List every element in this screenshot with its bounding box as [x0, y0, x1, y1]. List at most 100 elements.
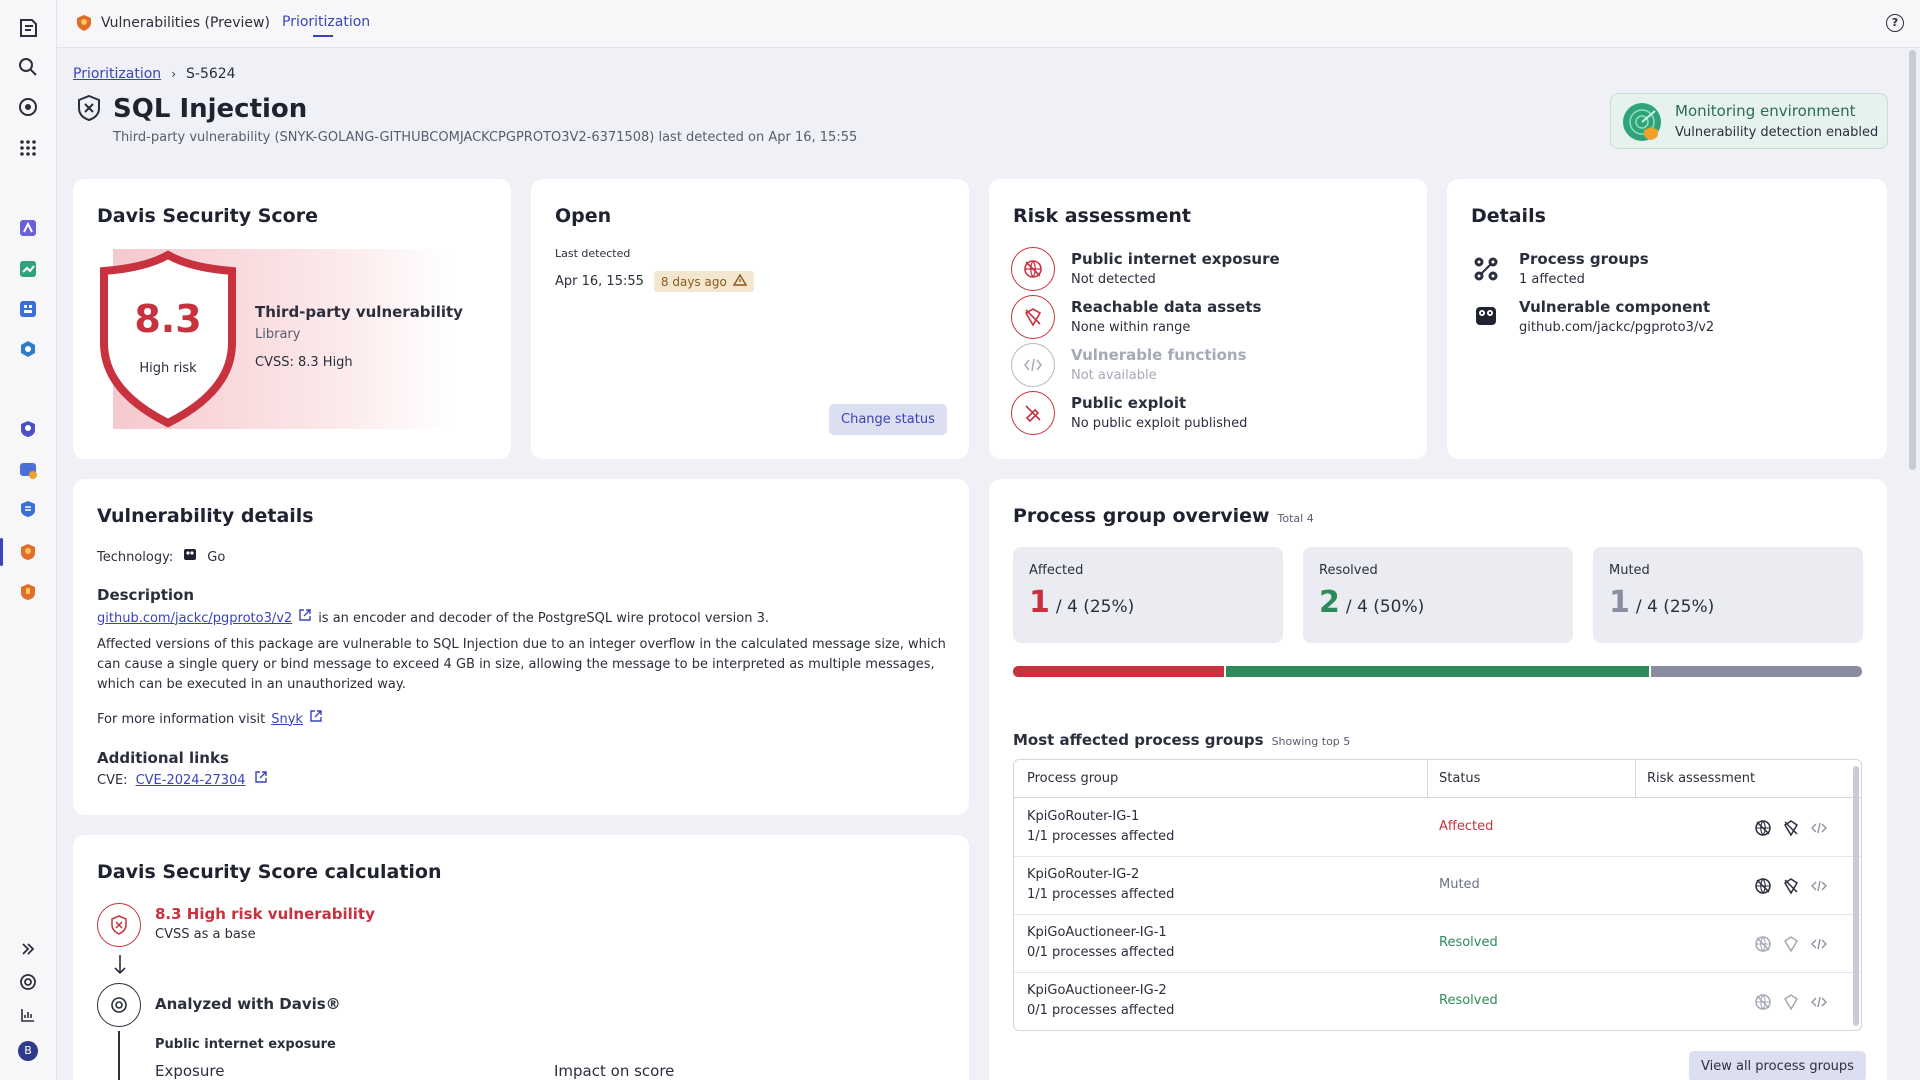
column-header-status[interactable]: Status [1439, 771, 1480, 786]
risk-vulnerable-functions[interactable]: Vulnerable functions Not available [1011, 343, 1411, 391]
process-group-name[interactable]: KpiGoAuctioneer-IG-2 [1027, 983, 1167, 998]
resolved-rest: / 4 (50%) [1345, 597, 1425, 617]
resolved-summary[interactable]: Resolved 2 / 4 (50%) [1303, 547, 1573, 643]
go-icon [183, 547, 197, 568]
expand-icon[interactable] [16, 937, 40, 961]
davis-security-score-card: Davis Security Score 8.3 High risk Third… [73, 179, 511, 459]
radar-icon [1621, 101, 1663, 147]
apps-grid-icon[interactable] [16, 136, 40, 160]
most-affected-header: Most affected process groups Showing top… [1013, 731, 1350, 749]
data-asset-icon [1783, 994, 1799, 1011]
cve-row: CVE: CVE-2024-27304 [97, 770, 957, 791]
snyk-link[interactable]: Snyk [271, 710, 303, 730]
vulnerabilities-app-icon[interactable] [16, 540, 40, 564]
external-link-icon[interactable] [298, 608, 312, 629]
environment-subtitle: Vulnerability detection enabled [1675, 125, 1879, 140]
impact-column-label: Impact on score [554, 1062, 675, 1080]
risk-title: Vulnerable functions [1071, 346, 1247, 364]
technology-label: Technology: [97, 549, 174, 565]
calc-card-title: Davis Security Score calculation [97, 861, 442, 883]
most-affected-title: Most affected process groups [1013, 731, 1264, 749]
code-function-icon [1811, 996, 1827, 1008]
page-scrollbar[interactable] [1909, 50, 1916, 470]
muted-rest: / 4 (25%) [1635, 597, 1715, 617]
search-icon[interactable] [16, 55, 40, 79]
table-row[interactable]: KpiGoAuctioneer-IG-2 0/1 processes affec… [1014, 973, 1861, 1030]
pg-overview-header: Process group overview Total 4 [1013, 505, 1314, 527]
environment-title: Monitoring environment [1675, 102, 1856, 120]
explore-icon[interactable] [16, 95, 40, 119]
status-title: Open [555, 205, 612, 227]
breadcrumb: Prioritization › S-5624 [73, 66, 236, 82]
vulnerabilities-classic-icon[interactable] [16, 580, 40, 604]
muted-summary[interactable]: Muted 1 / 4 (25%) [1593, 547, 1863, 643]
risk-data-assets[interactable]: Reachable data assets None within range [1011, 295, 1411, 343]
table-row[interactable]: KpiGoRouter-IG-2 1/1 processes affected … [1014, 857, 1861, 915]
last-detected-value: Apr 16, 15:55 [555, 274, 644, 289]
column-header-risk[interactable]: Risk assessment [1647, 771, 1755, 786]
vulnerability-details-card: Vulnerability details Technology: Go Des… [73, 479, 969, 815]
usage-chart-icon[interactable] [16, 1003, 40, 1027]
compliance-app-icon[interactable] [16, 497, 40, 521]
go-component-icon [1473, 302, 1499, 332]
view-all-process-groups-button[interactable]: View all process groups [1689, 1051, 1866, 1080]
bar-segment-affected [1013, 666, 1225, 677]
shield-x-icon [76, 94, 102, 126]
breadcrumb-parent-link[interactable]: Prioritization [73, 66, 161, 82]
column-header-process-group[interactable]: Process group [1027, 771, 1118, 786]
warning-icon [732, 273, 748, 289]
risk-icons [1754, 819, 1828, 837]
infrastructure-app-icon[interactable] [16, 216, 40, 240]
app-title[interactable]: Vulnerabilities (Preview) [75, 14, 270, 32]
code-function-icon [1011, 343, 1055, 387]
risk-public-exploit[interactable]: Public exploit No public exploit publish… [1011, 391, 1411, 439]
external-link-icon[interactable] [309, 709, 323, 730]
process-group-name[interactable]: KpiGoAuctioneer-IG-1 [1027, 925, 1167, 940]
threat-app-icon[interactable] [16, 458, 40, 482]
table-row[interactable]: KpiGoRouter-IG-1 1/1 processes affected … [1014, 799, 1861, 857]
table-scrollbar[interactable] [1853, 766, 1859, 1026]
score-calculation-card: Davis Security Score calculation 8.3 Hig… [73, 835, 969, 1080]
risk-value: Not available [1071, 368, 1157, 383]
additional-links-heading: Additional links [97, 749, 229, 767]
process-group-name[interactable]: KpiGoRouter-IG-2 [1027, 867, 1139, 882]
top-bar: Vulnerabilities (Preview) Prioritization… [57, 0, 1920, 48]
data-asset-icon [1783, 820, 1799, 837]
table-row[interactable]: KpiGoAuctioneer-IG-1 0/1 processes affec… [1014, 915, 1861, 973]
calc-step-davis-title: Analyzed with Davis® [155, 995, 341, 1013]
muted-value-row: 1 / 4 (25%) [1609, 585, 1714, 620]
risk-public-internet[interactable]: Public internet exposure Not detected [1011, 247, 1411, 295]
data-asset-icon [1011, 295, 1055, 339]
calc-step-base-sub: CVSS as a base [155, 927, 256, 942]
user-avatar[interactable]: B [16, 1039, 40, 1063]
support-icon[interactable] [16, 970, 40, 994]
calc-step-base-title: 8.3 High risk vulnerability [155, 905, 375, 923]
help-icon[interactable]: ? [1886, 14, 1904, 32]
score-vuln-type: Third-party vulnerability [255, 303, 463, 321]
dynatrace-logo-icon[interactable] [16, 16, 40, 40]
services-app-icon[interactable] [16, 337, 40, 361]
process-group-name[interactable]: KpiGoRouter-IG-1 [1027, 809, 1139, 824]
score-category: Library [255, 327, 301, 342]
dashboards-app-icon[interactable] [16, 297, 40, 321]
technology-value: Go [207, 549, 226, 565]
monitoring-environment-card[interactable]: Monitoring environment Vulnerability det… [1610, 93, 1888, 149]
risk-value: No public exploit published [1071, 416, 1248, 431]
component-link[interactable]: github.com/jackc/pgproto3/v2 [97, 609, 292, 629]
process-group-processes: 1/1 processes affected [1027, 887, 1175, 902]
security-app-icon[interactable] [16, 417, 40, 441]
external-link-icon[interactable] [254, 770, 268, 791]
change-status-button[interactable]: Change status [829, 404, 947, 435]
process-group-processes: 0/1 processes affected [1027, 945, 1175, 960]
showing-top: Showing top 5 [1271, 735, 1351, 748]
more-info-prefix: For more information visit [97, 711, 266, 727]
risk-assessment-card: Risk assessment Public internet exposure… [989, 179, 1427, 459]
cve-link[interactable]: CVE-2024-27304 [136, 771, 246, 791]
description-summary: github.com/jackc/pgproto3/v2 is an encod… [97, 608, 957, 629]
affected-summary[interactable]: Affected 1 / 4 (25%) [1013, 547, 1283, 643]
metrics-app-icon[interactable] [16, 257, 40, 281]
process-group-icon [1471, 254, 1501, 288]
tab-prioritization[interactable]: Prioritization [282, 14, 370, 30]
component-value: github.com/jackc/pgproto3/v2 [1519, 320, 1715, 335]
avatar-initial: B [18, 1041, 38, 1061]
